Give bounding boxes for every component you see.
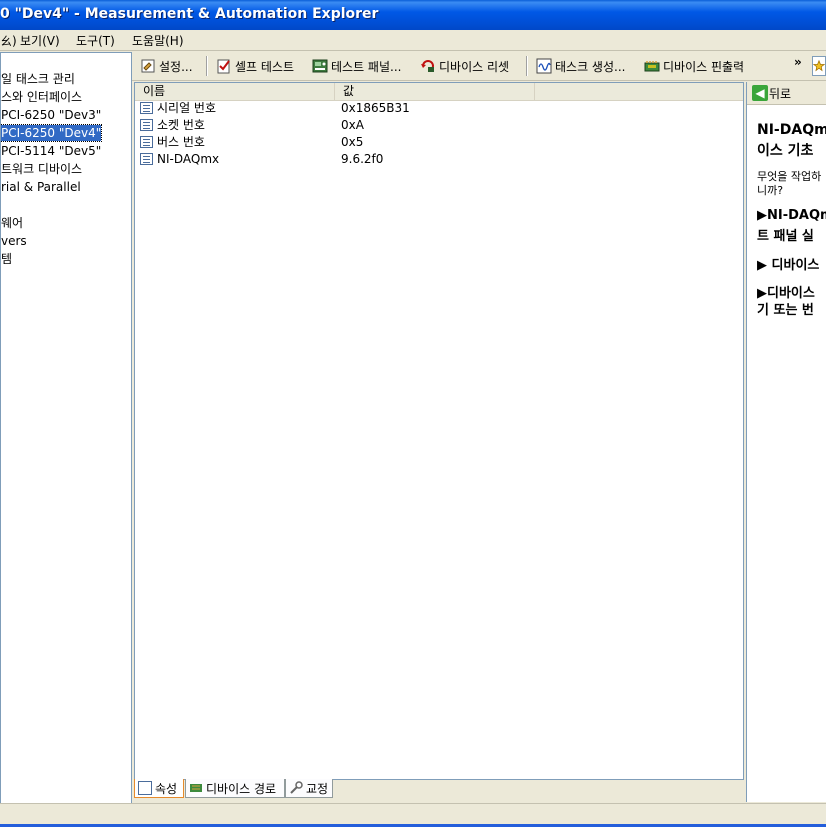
settings-label: 설정...: [159, 59, 193, 74]
property-name: 버스 번호: [157, 135, 205, 149]
back-arrow-icon: ◀: [752, 85, 768, 101]
tab-calibration-label: 교정: [306, 781, 329, 796]
toolbar-separator: [526, 56, 528, 76]
star-icon: [813, 59, 825, 72]
tab-device-routes[interactable]: 디바이스 경로: [185, 779, 285, 798]
tab-device-routes-label: 디바이스 경로: [206, 781, 277, 796]
device-reset-icon: [421, 60, 434, 72]
property-icon: [140, 102, 153, 114]
toolbar-overflow-button[interactable]: »: [794, 53, 802, 71]
create-task-icon: [536, 58, 552, 74]
self-test-button[interactable]: 셀프 테스트: [216, 57, 294, 75]
column-header-value[interactable]: 값: [335, 83, 535, 100]
help-link-test-panel[interactable]: ▶NI-DAQm: [757, 208, 826, 223]
help-back-label: 뒤로: [769, 87, 792, 101]
help-pane: ◀ 뒤로 NI-DAQm 이스 기초 무엇을 작업하 니까? ▶NI-DAQm …: [746, 82, 826, 802]
tree-item-devices-interfaces[interactable]: 스와 인터페이스: [1, 89, 82, 105]
create-task-label: 태스크 생성...: [555, 59, 626, 74]
status-bar: [0, 803, 826, 827]
test-panel-button[interactable]: 테스트 패널...: [312, 57, 401, 75]
window-title: 0 "Dev4" - Measurement & Automation Expl…: [0, 6, 379, 22]
toolbar-separator: [206, 56, 208, 76]
help-link-device[interactable]: ▶ 디바이스: [757, 254, 819, 273]
table-row[interactable]: 버스 번호 0x5: [135, 134, 735, 151]
property-icon: [140, 136, 153, 148]
test-panel-label: 테스트 패널...: [331, 59, 402, 74]
properties-list[interactable]: 이름 값 시리얼 번호 0x1865B31 소켓 번호 0xA 버스 번호 0x…: [134, 82, 744, 780]
device-pinout-icon: [644, 61, 660, 72]
tree-item-dev5[interactable]: PCI-5114 "Dev5": [1, 143, 101, 159]
calibration-wrench-icon: [290, 781, 303, 794]
table-row[interactable]: 시리얼 번호 0x1865B31: [135, 100, 735, 117]
menu-bar: ㄠ) 보기(V) 도구(T) 도움말(H): [0, 30, 826, 51]
tab-calibration[interactable]: 교정: [285, 779, 333, 798]
property-icon: [140, 119, 153, 131]
tree-item-dev3[interactable]: PCI-6250 "Dev3": [1, 107, 101, 123]
help-heading-line-2: 이스 기초: [757, 143, 814, 159]
property-icon: [140, 153, 153, 165]
toolbar-extra-button[interactable]: [812, 56, 826, 76]
column-header-name[interactable]: 이름: [135, 83, 335, 100]
table-row[interactable]: 소켓 번호 0xA: [135, 117, 735, 134]
chevron-double-right-icon: »: [794, 55, 802, 69]
toolbar: 설정... 셀프 테스트 테스트 패널... 디바이스 리셋 태스크 생성...…: [132, 52, 826, 81]
tab-properties-label: 속성: [155, 781, 178, 796]
self-test-label: 셀프 테스트: [235, 59, 295, 74]
help-link-device-config-line-2[interactable]: 기 또는 번: [757, 299, 814, 318]
column-header-row: 이름 값: [135, 83, 743, 101]
properties-tab-icon: [138, 781, 152, 795]
settings-icon: [141, 59, 155, 73]
menu-tools[interactable]: 도구(T): [76, 32, 115, 49]
property-value: 0xA: [341, 118, 364, 132]
property-name: NI-DAQmx: [157, 152, 220, 166]
menu-help[interactable]: 도움말(H): [132, 32, 184, 49]
tree-item-software[interactable]: 웨어: [1, 215, 23, 231]
title-bar: 0 "Dev4" - Measurement & Automation Expl…: [0, 0, 826, 30]
tree-item-dev4[interactable]: PCI-6250 "Dev4": [1, 124, 103, 142]
config-tree[interactable]: 일 태스크 관리 스와 인터페이스 PCI-6250 "Dev3" PCI-62…: [0, 52, 132, 804]
property-value: 0x5: [341, 135, 364, 149]
device-pinout-label: 디바이스 핀출력: [663, 59, 745, 74]
tree-item-network-devices[interactable]: 트워크 디바이스: [1, 161, 82, 177]
tree-item-serial-parallel[interactable]: rial & Parallel: [1, 179, 81, 195]
tab-properties[interactable]: 속성: [134, 779, 184, 798]
device-routes-icon: [190, 784, 202, 792]
settings-button[interactable]: 설정...: [140, 57, 193, 75]
create-task-button[interactable]: 태스크 생성...: [536, 57, 625, 75]
tree-item-system[interactable]: 템: [1, 251, 12, 267]
help-heading-line-1: NI-DAQm: [757, 122, 826, 138]
property-value: 9.6.2f0: [341, 152, 384, 166]
help-back-button[interactable]: ◀ 뒤로: [747, 82, 826, 105]
table-row[interactable]: NI-DAQmx 9.6.2f0: [135, 151, 735, 168]
menu-file[interactable]: ㄠ): [0, 32, 17, 49]
device-reset-label: 디바이스 리셋: [439, 59, 510, 74]
menu-view[interactable]: 보기(V): [20, 32, 60, 49]
device-pinout-button[interactable]: 디바이스 핀출력: [644, 57, 744, 75]
help-link-test-panel-line-2[interactable]: 트 패널 실: [757, 225, 814, 244]
bottom-tab-strip: 속성 디바이스 경로 교정: [134, 778, 742, 800]
device-reset-button[interactable]: 디바이스 리셋: [420, 57, 509, 75]
property-name: 소켓 번호: [157, 118, 205, 132]
test-panel-icon: [312, 59, 328, 73]
property-name: 시리얼 번호: [157, 101, 217, 115]
property-value: 0x1865B31: [341, 101, 410, 115]
self-test-icon: [217, 59, 230, 74]
tree-item-task-management[interactable]: 일 태스크 관리: [1, 71, 75, 87]
help-question-line-2: 니까?: [757, 184, 784, 197]
tree-item-drivers[interactable]: vers: [1, 233, 27, 249]
